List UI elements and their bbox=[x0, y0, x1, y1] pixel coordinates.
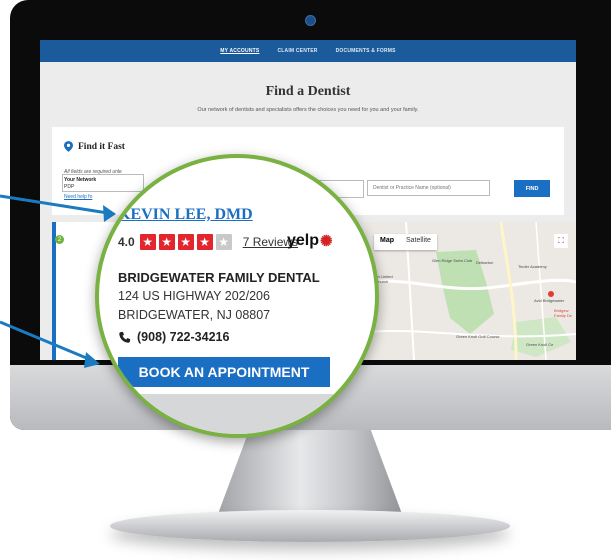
magnifier-callout: KEVIN LEE, DMD 4.0 ★ ★ ★ ★ ★ 7 Reviews y… bbox=[95, 154, 379, 438]
address-line-2: BRIDGEWATER, NJ 08807 bbox=[118, 308, 271, 322]
nav-claim-center[interactable]: CLAIM CENTER bbox=[277, 48, 317, 54]
magnified-monitor-chin bbox=[99, 394, 375, 434]
satellite-tab[interactable]: Satellite bbox=[400, 234, 437, 250]
phone-icon bbox=[119, 331, 131, 343]
monitor-base bbox=[110, 510, 510, 542]
yelp-logo: yelp ✺ bbox=[287, 232, 333, 250]
nav-my-accounts[interactable]: MY ACCOUNTS bbox=[220, 48, 259, 54]
rating-score: 4.0 bbox=[118, 235, 135, 249]
webcam-icon bbox=[305, 15, 316, 26]
map-label: Green Knoll Ce bbox=[526, 342, 554, 347]
yelp-wordmark: yelp bbox=[287, 232, 320, 249]
yelp-burst-icon: ✺ bbox=[320, 233, 333, 250]
find-button[interactable]: FIND bbox=[514, 180, 550, 197]
star-icon: ★ bbox=[158, 234, 175, 250]
result-number-badge: 2 bbox=[55, 235, 64, 244]
map-label: Family De bbox=[554, 313, 573, 318]
find-it-fast-heading: Find it Fast bbox=[64, 141, 125, 152]
map-label: Delbarton bbox=[476, 260, 494, 265]
map-label: Glen Ridge Swim Club bbox=[432, 258, 473, 263]
help-link[interactable]: Need help fo bbox=[64, 194, 92, 200]
top-navigation: MY ACCOUNTS CLAIM CENTER DOCUMENTS & FOR… bbox=[40, 40, 576, 62]
dentist-name-input[interactable] bbox=[367, 180, 490, 196]
star-icon: ★ bbox=[177, 234, 194, 250]
phone-number: (908) 722-34216 bbox=[137, 330, 230, 344]
dentist-name-link[interactable]: KEVIN LEE, DMD bbox=[118, 206, 253, 224]
map-label: Avid Bridgewater bbox=[534, 298, 565, 303]
phone-row[interactable]: (908) 722-34216 bbox=[118, 330, 229, 344]
magnified-result: KEVIN LEE, DMD 4.0 ★ ★ ★ ★ ★ 7 Reviews y… bbox=[99, 158, 375, 434]
star-icon: ★ bbox=[196, 234, 213, 250]
fullscreen-icon[interactable]: ⛶ bbox=[554, 234, 568, 248]
star-empty-icon: ★ bbox=[215, 234, 232, 250]
address-line-1: 124 US HIGHWAY 202/206 bbox=[118, 289, 270, 303]
location-pin-icon bbox=[64, 141, 73, 152]
map-type-tabs: Map Satellite bbox=[374, 234, 437, 250]
map-label: Tinder Academy bbox=[518, 264, 547, 269]
page-subtitle: Our network of dentists and specialists … bbox=[197, 107, 419, 113]
network-label: Your Network bbox=[64, 177, 97, 183]
map-panel[interactable]: Map Satellite ⛶ Glen Ridge Swim Club Del… bbox=[366, 222, 576, 360]
map-tab[interactable]: Map bbox=[374, 234, 400, 250]
map-label: Green Knoll Golf Course bbox=[456, 334, 500, 339]
page-title: Find a Dentist bbox=[265, 84, 351, 99]
network-value: PDP bbox=[64, 184, 75, 190]
practice-name: BRIDGEWATER FAMILY DENTAL bbox=[118, 270, 320, 285]
nav-documents-forms[interactable]: DOCUMENTS & FORMS bbox=[336, 48, 396, 54]
monitor-stand bbox=[215, 430, 405, 522]
book-appointment-button[interactable]: BOOK AN APPOINTMENT bbox=[118, 357, 330, 387]
find-it-fast-title: Find it Fast bbox=[78, 141, 125, 152]
rating-row: 4.0 ★ ★ ★ ★ ★ 7 Reviews bbox=[118, 234, 298, 250]
star-icon: ★ bbox=[139, 234, 156, 250]
